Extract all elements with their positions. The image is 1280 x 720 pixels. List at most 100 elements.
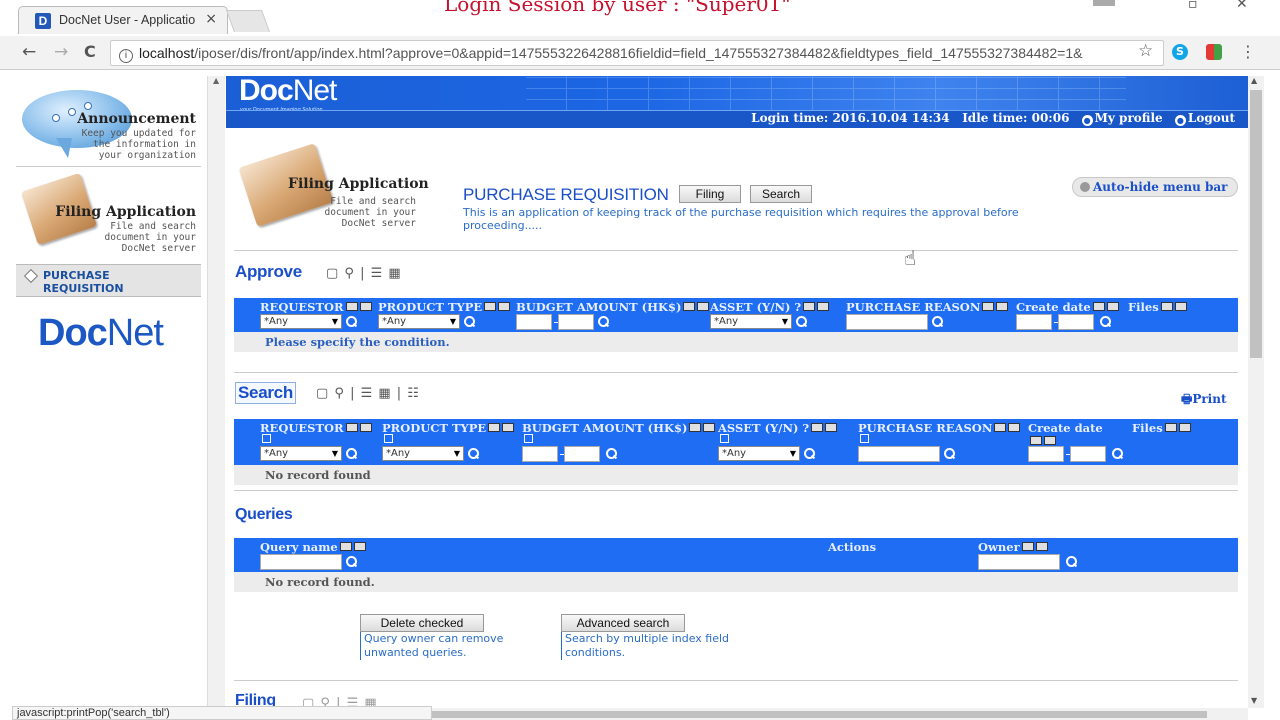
queries-message-row: No record found. [234,572,1238,592]
search-icon[interactable] [606,448,618,460]
docnet-logo: DocNet [38,312,164,354]
note-icon[interactable] [384,434,393,443]
search-icon[interactable] [1100,316,1112,328]
sidebar: Announcement Keep you updated for the in… [16,76,201,716]
requestor-select[interactable]: *Any ▼ [260,446,342,461]
forward-icon[interactable]: → [54,42,68,62]
filing-button[interactable]: Filing [679,185,741,203]
maximize-icon[interactable]: ▫ [1188,0,1198,12]
col-requestor[interactable]: REQUESTOR [260,300,372,314]
top-banner: DocNet your Document Imaging Solution Lo… [226,76,1248,128]
scroll-thumb[interactable] [1250,90,1262,358]
search-icon[interactable] [346,556,358,568]
advanced-help: Search by multiple index field condition… [561,632,761,660]
note-icon[interactable] [720,434,729,443]
search-icon[interactable] [346,316,358,328]
search-icon[interactable] [1066,556,1078,568]
delete-checked-button[interactable]: Delete checked [360,614,484,632]
date-to-input[interactable] [1070,446,1106,462]
bookmark-star-icon[interactable]: ☆ [1138,41,1153,61]
search-button[interactable]: Search [750,185,812,203]
autohide-menu-toggle[interactable]: Auto-hide menu bar [1072,177,1238,197]
sidebar-item-purchase-requisition[interactable]: PURCHASE REQUISITION [16,264,201,297]
col-requestor[interactable]: REQUESTOR [260,421,372,435]
search-icon[interactable] [468,448,480,460]
date-from-input[interactable] [1028,446,1064,462]
product-type-select[interactable]: *Any ▼ [382,446,464,461]
product-type-select[interactable]: *Any ▼ [378,314,460,329]
status-bar: javascript:printPop('search_tbl') [12,706,432,720]
divider [234,680,1238,681]
col-purchase-reason[interactable]: PURCHASE REASON [858,421,1021,435]
asset-select[interactable]: *Any ▼ [718,446,800,461]
window-close-icon[interactable]: ✕ [1236,0,1248,12]
asset-select[interactable]: *Any ▼ [710,314,792,329]
info-icon[interactable]: i [119,49,133,63]
browser-menu-icon[interactable]: ⋮ [1240,42,1256,61]
col-create-date[interactable]: Create date [1016,300,1119,314]
col-budget-amount[interactable]: BUDGET AMOUNT (HK$) [516,300,710,314]
sidebar-announcement[interactable]: Announcement Keep you updated for the in… [16,76,201,164]
browser-tab[interactable]: D DocNet User - Applicatio × [18,6,228,34]
note-icon[interactable] [524,434,533,443]
owner-input[interactable] [978,554,1060,570]
skype-extension-icon[interactable]: S [1172,44,1188,60]
search-icon[interactable] [464,316,476,328]
page-vertical-scrollbar[interactable]: ▲ ▼ [1248,76,1264,708]
url-field[interactable]: i localhost/iposer/dis/front/app/index.ht… [110,40,1164,66]
search-toolbar[interactable]: ▢ ⚲ | ☰ ▦ | ☷ [316,386,420,401]
budget-max-input[interactable] [558,314,594,330]
print-link[interactable]: 🖶Print [1181,390,1227,411]
advanced-search-button[interactable]: Advanced search [561,614,685,632]
search-icon[interactable] [796,316,808,328]
date-to-input[interactable] [1058,314,1094,330]
sidebar-scrollbar[interactable]: ▲ [207,76,225,708]
col-product-type[interactable]: PRODUCT TYPE [378,300,511,314]
requestor-select[interactable]: *Any ▼ [260,314,342,329]
col-asset[interactable]: ASSET (Y/N) ? [718,421,838,435]
budget-min-input[interactable] [522,446,558,462]
col-product-type[interactable]: PRODUCT TYPE [382,421,515,435]
col-asset[interactable]: ASSET (Y/N) ? [710,300,830,314]
app-desc: File and search document in your DocNet … [324,196,416,229]
logout-link[interactable]: Logout [1188,111,1235,125]
search-icon[interactable] [598,316,610,328]
approve-toolbar[interactable]: ▢ ⚲ | ☰ ▦ [326,266,402,281]
sidebar-filing-application[interactable]: Filing Application File and search docum… [16,166,201,256]
sidebar-item-label: PURCHASE REQUISITION [43,269,124,295]
search-icon[interactable] [346,448,358,460]
search-icon[interactable] [932,316,944,328]
extension-icon[interactable] [1206,44,1222,60]
search-icon[interactable] [1112,448,1124,460]
tab-title: DocNet User - Applicatio [59,13,196,27]
col-budget-amount[interactable]: BUDGET AMOUNT (HK$) [522,421,716,435]
purchase-reason-input[interactable] [846,314,928,330]
minimize-icon[interactable] [1093,0,1115,6]
approve-filter-header: REQUESTOR PRODUCT TYPE BUDGET AMOUNT (HK… [234,298,1238,332]
col-files[interactable]: Files [1132,421,1191,435]
budget-min-input[interactable] [516,314,552,330]
note-icon[interactable] [860,434,869,443]
budget-max-input[interactable] [564,446,600,462]
search-icon[interactable] [804,448,816,460]
col-files[interactable]: Files [1128,300,1187,314]
col-query-name[interactable]: Query name [260,540,366,554]
search-icon[interactable] [944,448,956,460]
purchase-reason-input[interactable] [858,446,940,462]
idle-time: Idle time: 00:06 [962,111,1070,125]
col-purchase-reason[interactable]: PURCHASE REASON [846,300,1009,314]
col-create-date[interactable]: Create date [1028,421,1103,435]
note-icon[interactable] [262,434,271,443]
back-icon[interactable]: ← [22,42,36,62]
col-owner[interactable]: Owner [978,540,1048,554]
reload-icon[interactable]: C [84,42,96,61]
my-profile-link[interactable]: My profile [1095,111,1163,125]
filing-desc: File and search document in your DocNet … [104,221,196,254]
new-tab-button[interactable] [225,10,271,32]
date-from-input[interactable] [1016,314,1052,330]
hand-cursor-icon: ☝ [904,246,917,270]
main-content: DocNet your Document Imaging Solution Lo… [226,76,1248,716]
tab-close-icon[interactable]: × [205,11,217,27]
app-title: Filing Application [288,176,429,192]
query-name-input[interactable] [260,554,342,570]
